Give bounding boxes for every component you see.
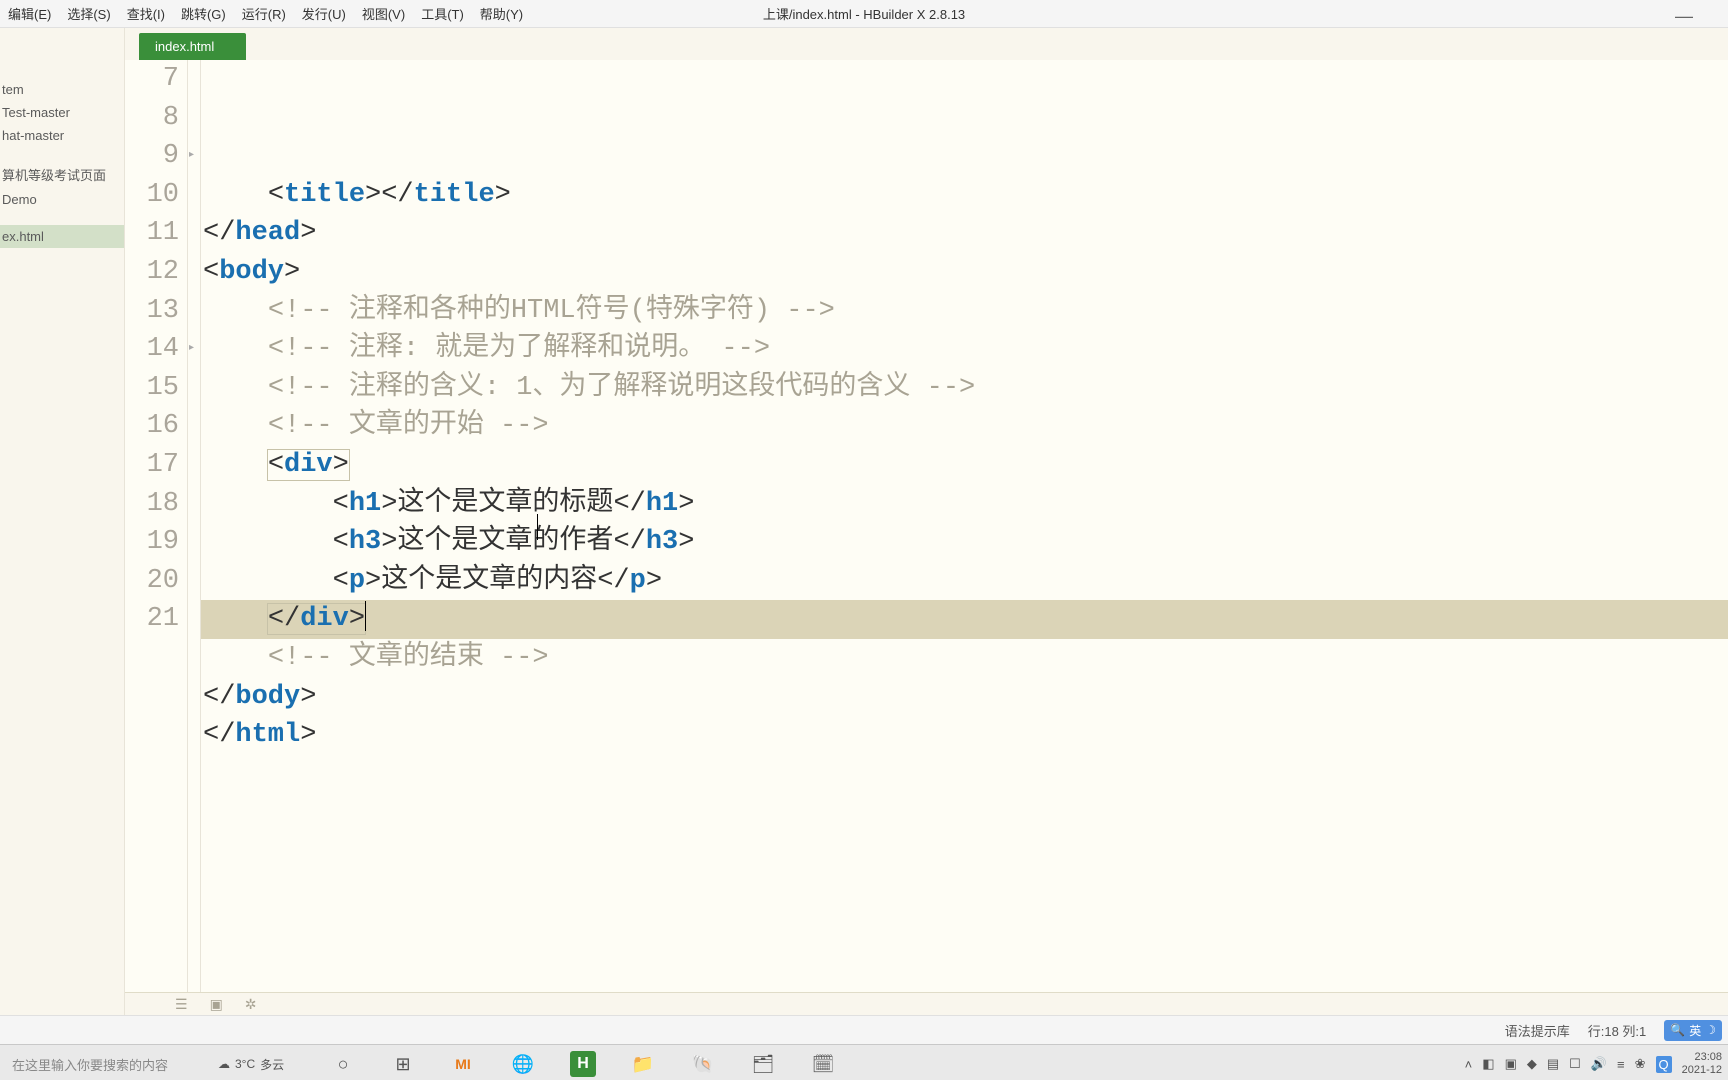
taskbar: 在这里输入你要搜索的内容 ☁ 3°C 多云 ○ ⊞ MI 🌐 H 📁 🐚 🗂 🗓… (0, 1044, 1728, 1080)
app-icon[interactable]: 🗂 (750, 1051, 776, 1077)
status-hint[interactable]: 语法提示库 (1505, 1021, 1570, 1040)
terminal-icon[interactable]: ▣ (210, 996, 223, 1013)
status-position[interactable]: 行:18 列:1 (1588, 1021, 1647, 1040)
sidebar-item[interactable]: Demo (0, 188, 124, 211)
menu-help[interactable]: 帮助(Y) (472, 0, 531, 27)
code-line[interactable]: <h3>这个是文章的作者</h3> (201, 523, 1728, 562)
clock-time: 23:08 (1694, 1051, 1722, 1064)
code-line[interactable]: <h1>这个是文章的标题</h1> (201, 485, 1728, 524)
sidebar-item[interactable]: hat-master (0, 124, 124, 147)
moon-icon: ☽ (1705, 1023, 1716, 1037)
tab-index-html[interactable]: index.html (139, 33, 246, 60)
code-line[interactable]: <!-- 注释和各种的HTML符号(特殊字符) --> (201, 292, 1728, 331)
menu-publish[interactable]: 发行(U) (294, 0, 354, 27)
clock[interactable]: 23:08 2021-12 (1682, 1051, 1722, 1076)
tray-icon[interactable]: ☐ (1569, 1056, 1581, 1072)
code-line[interactable]: </body> (201, 678, 1728, 717)
weather-widget[interactable]: ☁ 3°C 多云 (218, 1056, 284, 1073)
menu-view[interactable]: 视图(V) (354, 0, 413, 27)
code-editor[interactable]: 789101112131415161718192021 ▸▸ <title></… (125, 60, 1728, 992)
code-line[interactable]: <!-- 注释的含义: 1、为了解释说明这段代码的含义 --> (201, 369, 1728, 408)
menu-goto[interactable]: 跳转(G) (173, 0, 234, 27)
code-line[interactable]: </head> (201, 214, 1728, 253)
code-line[interactable]: <title></title> (201, 176, 1728, 215)
app-icon[interactable]: 🐚 (690, 1051, 716, 1077)
cortana-icon[interactable]: ○ (330, 1051, 356, 1077)
list-icon[interactable]: ☰ (175, 996, 188, 1013)
hbuilder-icon[interactable]: H (570, 1051, 596, 1077)
menu-select[interactable]: 选择(S) (59, 0, 118, 27)
app-icon[interactable]: 🗓 (810, 1051, 836, 1077)
chevron-up-icon[interactable]: ˄ (1465, 1057, 1473, 1072)
tray-icon[interactable]: ❀ (1635, 1056, 1646, 1072)
weather-desc: 多云 (260, 1056, 284, 1073)
minimize-icon[interactable]: — (1675, 6, 1693, 27)
taskbar-apps: ○ ⊞ MI 🌐 H 📁 🐚 🗂 🗓 (330, 1051, 836, 1077)
menu-find[interactable]: 查找(I) (119, 0, 173, 27)
code-line[interactable]: <!-- 注释: 就是为了解释和说明。 --> (201, 330, 1728, 369)
sidebar-item[interactable]: 算机等级考试页面 (0, 161, 124, 188)
taskbar-search[interactable]: 在这里输入你要搜索的内容 (0, 1055, 168, 1074)
menu-edit[interactable]: 编辑(E) (0, 0, 59, 27)
menubar: 编辑(E) 选择(S) 查找(I) 跳转(G) 运行(R) 发行(U) 视图(V… (0, 0, 1728, 28)
tray-icon[interactable]: ◆ (1527, 1056, 1537, 1072)
menu-tools[interactable]: 工具(T) (413, 0, 472, 27)
menu-run[interactable]: 运行(R) (234, 0, 294, 27)
code-line[interactable]: <div> (201, 446, 1728, 485)
workspace: tem Test-master hat-master 算机等级考试页面 Demo… (0, 28, 1728, 1015)
sidebar-item[interactable]: tem (0, 78, 124, 101)
text-caret (537, 514, 538, 540)
browser-icon[interactable]: 🌐 (510, 1051, 536, 1077)
fold-icon[interactable]: ▸ (189, 344, 194, 354)
fold-gutter: ▸▸ (188, 60, 201, 992)
status-bar: 语法提示库 行:18 列:1 🔍 英 ☽ (0, 1015, 1728, 1044)
code-line[interactable]: </div> (201, 600, 1728, 639)
fold-icon[interactable]: ▸ (189, 151, 194, 161)
tray-icon[interactable]: Q (1656, 1056, 1672, 1073)
editor-iconstrip: ☰ ▣ ✲ (125, 992, 1728, 1015)
sidebar-item-selected[interactable]: ex.html (0, 225, 124, 248)
project-sidebar: tem Test-master hat-master 算机等级考试页面 Demo… (0, 28, 125, 1015)
editor-column: index.html 789101112131415161718192021 ▸… (125, 28, 1728, 1015)
line-number-gutter: 789101112131415161718192021 (125, 60, 188, 992)
code-line[interactable]: </html> (201, 716, 1728, 755)
tray-icon[interactable]: ▣ (1505, 1056, 1517, 1072)
tabbar: index.html (125, 28, 1728, 60)
explorer-icon[interactable]: 📁 (630, 1051, 656, 1077)
code-line[interactable]: <p>这个是文章的内容</p> (201, 562, 1728, 601)
ime-label: 英 (1689, 1022, 1701, 1039)
clock-date: 2021-12 (1682, 1064, 1722, 1077)
window-title: 上课/index.html - HBuilder X 2.8.13 (763, 4, 965, 23)
volume-icon[interactable]: 🔊 (1591, 1056, 1607, 1072)
cloud-icon: ☁ (218, 1057, 230, 1071)
sidebar-item[interactable]: Test-master (0, 101, 124, 124)
ime-indicator[interactable]: 🔍 英 ☽ (1664, 1020, 1722, 1041)
code-line[interactable]: <body> (201, 253, 1728, 292)
system-tray: ˄ ◧ ▣ ◆ ▤ ☐ 🔊 ≡ ❀ Q 23:08 2021-12 (1465, 1051, 1722, 1076)
tray-icon[interactable]: ≡ (1617, 1057, 1625, 1072)
code-area[interactable]: <title></title></head><body> <!-- 注释和各种的… (201, 60, 1728, 992)
taskview-icon[interactable]: ⊞ (390, 1051, 416, 1077)
search-small-icon: 🔍 (1670, 1023, 1685, 1037)
code-line[interactable]: <!-- 文章的开始 --> (201, 407, 1728, 446)
tray-icon[interactable]: ▤ (1547, 1056, 1559, 1072)
weather-temp: 3°C (235, 1057, 255, 1071)
sync-icon[interactable]: ✲ (245, 996, 257, 1013)
tray-icon[interactable]: ◧ (1482, 1056, 1494, 1072)
code-line[interactable]: <!-- 文章的结束 --> (201, 639, 1728, 678)
mi-app-icon[interactable]: MI (450, 1051, 476, 1077)
